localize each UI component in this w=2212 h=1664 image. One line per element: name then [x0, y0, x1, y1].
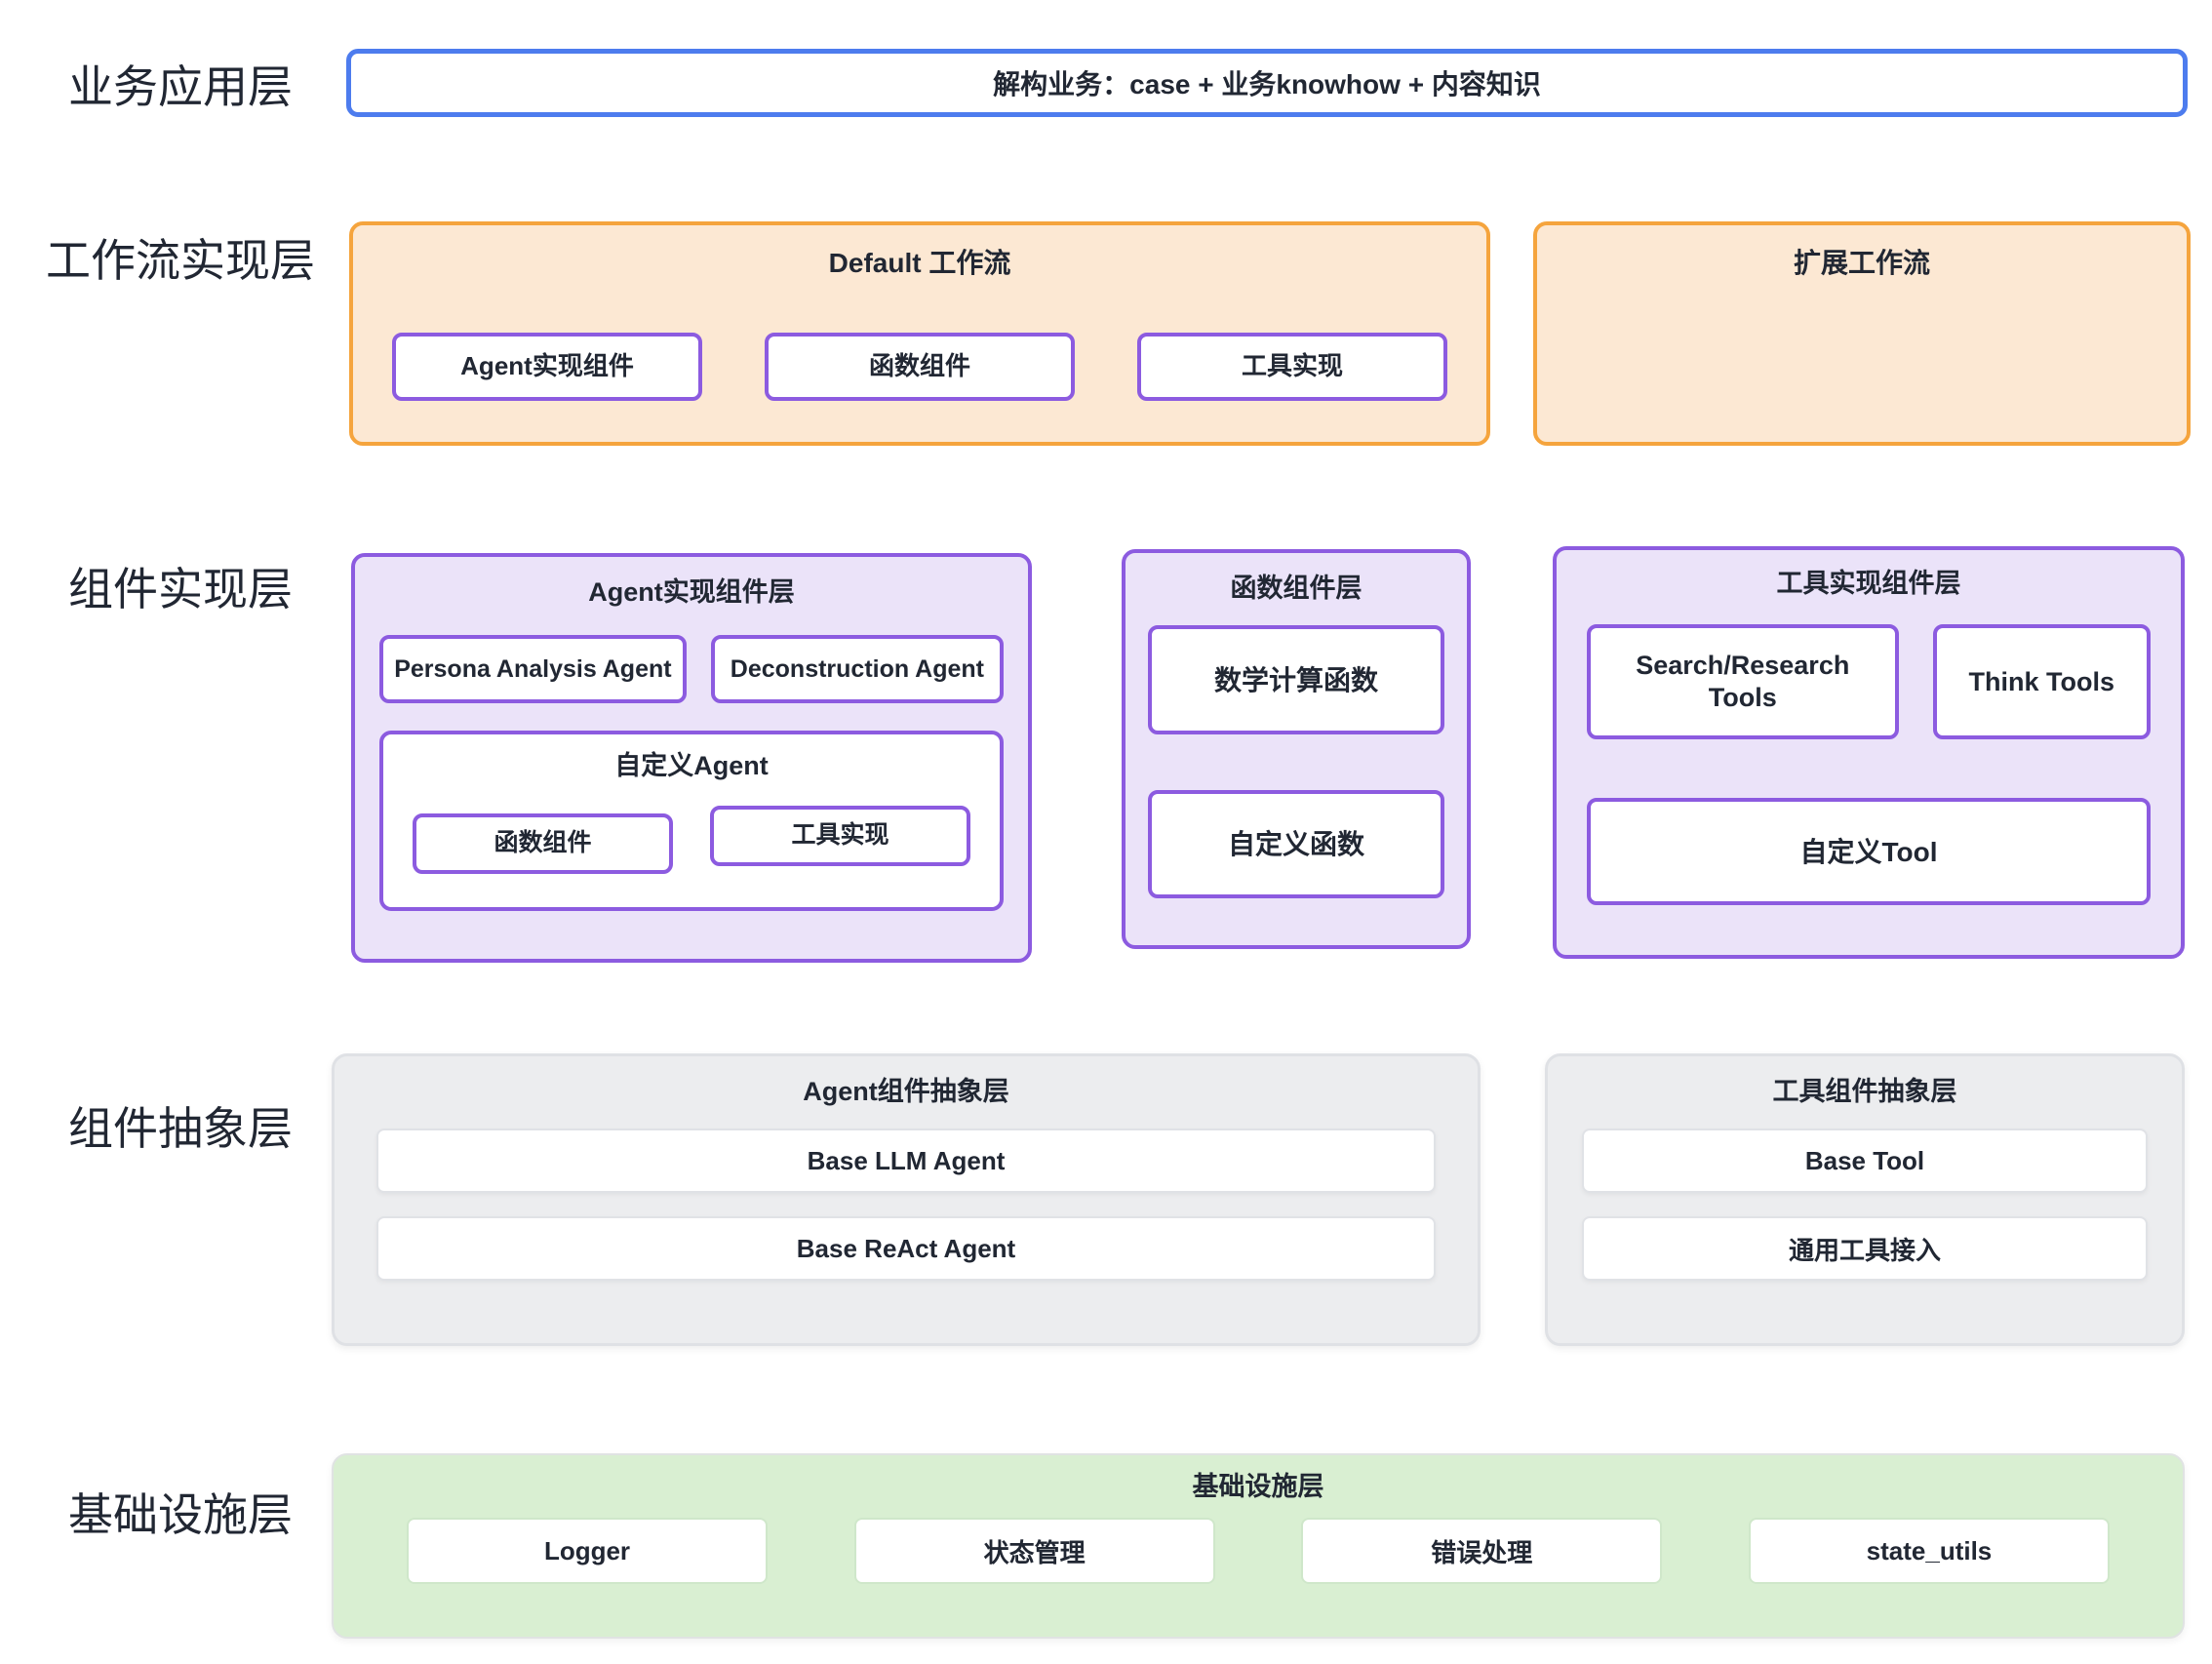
think-tools-box: Think Tools	[1933, 624, 2151, 739]
layer-label-workflow: 工作流实现层	[20, 234, 341, 288]
state-management-box: 状态管理	[854, 1518, 1215, 1584]
layer-label-component-impl: 组件实现层	[20, 563, 341, 616]
custom-agent-item-tool: 工具实现	[710, 806, 970, 866]
tool-abstraction-panel: 工具组件抽象层 Base Tool 通用工具接入	[1545, 1053, 2185, 1346]
base-react-agent-box: Base ReAct Agent	[376, 1216, 1436, 1281]
agent-impl-panel-title: Agent实现组件层	[355, 557, 1028, 608]
default-workflow-title: Default 工作流	[353, 225, 1486, 280]
logger-box: Logger	[407, 1518, 768, 1584]
base-llm-agent-box: Base LLM Agent	[376, 1129, 1436, 1193]
business-banner: 解构业务：case + 业务knowhow + 内容知识	[346, 49, 2188, 117]
layer-label-infrastructure: 基础设施层	[20, 1488, 341, 1542]
error-handling-box: 错误处理	[1301, 1518, 1662, 1584]
custom-function-box: 自定义函数	[1148, 790, 1444, 898]
extended-workflow-panel: 扩展工作流	[1533, 221, 2191, 446]
tool-impl-panel-title: 工具实现组件层	[1557, 550, 2181, 599]
state-utils-box: state_utils	[1749, 1518, 2110, 1584]
custom-agent-box: 自定义Agent 函数组件 工具实现	[379, 731, 1004, 911]
extended-workflow-title: 扩展工作流	[1537, 225, 2187, 280]
agent-impl-panel: Agent实现组件层 Persona Analysis Agent Decons…	[351, 553, 1032, 963]
layer-label-abstraction: 组件抽象层	[20, 1102, 341, 1156]
infrastructure-panel: 基础设施层 Logger 状态管理 错误处理 state_utils	[332, 1453, 2185, 1639]
generic-tool-access-box: 通用工具接入	[1582, 1216, 2148, 1281]
function-panel-title: 函数组件层	[1126, 553, 1467, 604]
agent-abstraction-title: Agent组件抽象层	[335, 1056, 1478, 1107]
custom-agent-title: 自定义Agent	[383, 734, 1000, 781]
function-panel: 函数组件层 数学计算函数 自定义函数	[1122, 549, 1471, 949]
custom-tool-box: 自定义Tool	[1587, 798, 2151, 905]
default-workflow-panel: Default 工作流 Agent实现组件 函数组件 工具实现	[349, 221, 1490, 446]
persona-analysis-agent-box: Persona Analysis Agent	[379, 635, 687, 703]
agent-abstraction-panel: Agent组件抽象层 Base LLM Agent Base ReAct Age…	[332, 1053, 1481, 1346]
base-tool-box: Base Tool	[1582, 1129, 2148, 1193]
workflow-item-tool: 工具实现	[1137, 333, 1447, 401]
tool-impl-panel: 工具实现组件层 Search/Research Tools Think Tool…	[1553, 546, 2185, 959]
layer-label-business: 业务应用层	[20, 60, 341, 114]
math-function-box: 数学计算函数	[1148, 625, 1444, 734]
workflow-item-agent-impl: Agent实现组件	[392, 333, 702, 401]
workflow-item-function: 函数组件	[765, 333, 1075, 401]
deconstruction-agent-box: Deconstruction Agent	[711, 635, 1004, 703]
search-research-tools-box: Search/Research Tools	[1587, 624, 1899, 739]
tool-abstraction-title: 工具组件抽象层	[1548, 1056, 2182, 1107]
architecture-diagram: 业务应用层 工作流实现层 组件实现层 组件抽象层 基础设施层 解构业务：case…	[0, 0, 2212, 1664]
custom-agent-item-function: 函数组件	[413, 813, 673, 874]
infrastructure-panel-title: 基础设施层	[334, 1455, 2183, 1502]
